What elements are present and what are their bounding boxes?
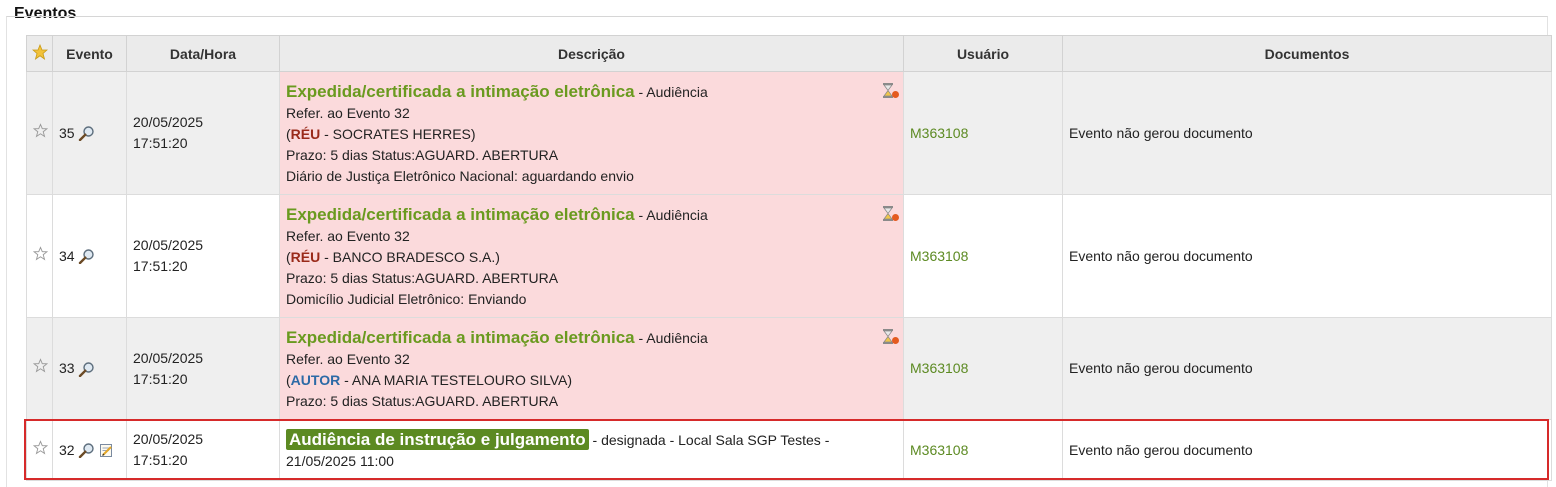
star-icon[interactable] (32, 122, 49, 138)
desc-line-party: (RÉU - BANCO BRADESCO S.A.) (286, 248, 500, 265)
table-row: 32 20/05/2025 17:51:20 Audiência de inst… (26, 419, 1552, 481)
description-cell: Expedida/certificada a intimação eletrôn… (279, 194, 904, 318)
event-time: 17:51:20 (133, 452, 188, 468)
table-row: 33 20/05/2025 17:51:20 Expedida/certific… (26, 317, 1552, 420)
star-icon[interactable] (32, 245, 49, 261)
evento-cell: 32 (52, 419, 127, 481)
header-star[interactable] (26, 35, 53, 72)
documentos-cell: Evento não gerou documento (1062, 194, 1552, 318)
event-title-link[interactable]: Expedida/certificada a intimação eletrôn… (286, 82, 635, 101)
desc-line-datetime: 21/05/2025 11:00 (286, 453, 394, 469)
header-evento[interactable]: Evento (52, 35, 127, 72)
datetime-cell: 20/05/2025 17:51:20 (126, 194, 280, 318)
events-table: Evento Data/Hora Descrição Usuário Docum… (26, 35, 1552, 481)
desc-line-prazo: Prazo: 5 dias Status:AGUARD. ABERTURA (286, 146, 559, 163)
datetime-cell: 20/05/2025 17:51:20 (126, 71, 280, 195)
event-title-suffix: - Audiência (634, 83, 708, 100)
edit-document-icon[interactable] (99, 443, 114, 458)
party-role: RÉU (290, 248, 321, 265)
usuario-cell: M363108 (903, 317, 1063, 420)
event-date: 20/05/2025 (133, 349, 204, 366)
datetime-cell: 20/05/2025 17:51:20 (126, 419, 280, 481)
event-date: 20/05/2025 (133, 237, 204, 253)
evento-cell: 33 (52, 317, 127, 420)
event-title-suffix: - Audiência (634, 206, 708, 223)
event-time: 17:51:20 (133, 370, 188, 387)
magnifier-icon[interactable] (78, 125, 96, 142)
documents-text: Evento não gerou documento (1069, 441, 1253, 458)
event-date: 20/05/2025 (133, 431, 204, 447)
desc-line-ref: Refer. ao Evento 32 (286, 104, 410, 121)
evento-cell: 34 (52, 194, 127, 318)
hourglass-icon[interactable] (880, 328, 900, 346)
party-name: - SOCRATES HERRES) (320, 125, 476, 142)
star-cell (26, 317, 53, 420)
documents-text: Evento não gerou documento (1069, 124, 1253, 141)
usuario-cell: M363108 (903, 419, 1063, 481)
documents-text: Evento não gerou documento (1069, 360, 1253, 376)
user-link[interactable]: M363108 (910, 442, 968, 458)
star-cell (26, 71, 53, 195)
event-title-suffix: - Audiência (634, 329, 708, 346)
event-title-link[interactable]: Expedida/certificada a intimação eletrôn… (286, 205, 635, 224)
desc-line-prazo: Prazo: 5 dias Status:AGUARD. ABERTURA (286, 269, 559, 286)
magnifier-icon[interactable] (78, 361, 96, 377)
party-role: AUTOR (290, 371, 341, 388)
desc-line-ref: Refer. ao Evento 32 (286, 350, 410, 367)
header-data-hora[interactable]: Data/Hora (126, 35, 280, 72)
hourglass-icon[interactable] (880, 82, 900, 100)
event-date: 20/05/2025 (133, 114, 204, 130)
documentos-cell: Evento não gerou documento (1062, 71, 1552, 195)
star-icon[interactable] (31, 43, 48, 60)
star-cell (26, 419, 53, 481)
event-number[interactable]: 32 (59, 440, 75, 461)
magnifier-icon[interactable] (78, 248, 96, 265)
usuario-cell: M363108 (903, 71, 1063, 195)
star-icon[interactable] (32, 439, 49, 455)
header-usuario[interactable]: Usuário (903, 35, 1063, 72)
party-name: - ANA MARIA TESTELOURO SILVA) (340, 371, 573, 388)
desc-line-party: (RÉU - SOCRATES HERRES) (286, 125, 476, 142)
desc-line-status: Diário de Justiça Eletrônico Nacional: a… (286, 167, 634, 184)
table-header-row: Evento Data/Hora Descrição Usuário Docum… (26, 35, 1552, 72)
user-link[interactable]: M363108 (910, 360, 968, 376)
evento-cell: 35 (52, 71, 127, 195)
star-icon[interactable] (32, 358, 49, 373)
desc-line-party: (AUTOR - ANA MARIA TESTELOURO SILVA) (286, 371, 573, 388)
event-time: 17:51:20 (133, 135, 188, 151)
description-cell: Audiência de instrução e julgamento - de… (279, 419, 904, 481)
desc-line-prazo: Prazo: 5 dias Status:AGUARD. ABERTURA (286, 392, 559, 409)
user-link[interactable]: M363108 (910, 125, 968, 141)
magnifier-icon[interactable] (78, 442, 96, 459)
datetime-cell: 20/05/2025 17:51:20 (126, 317, 280, 420)
user-link[interactable]: M363108 (910, 248, 968, 264)
event-title-suffix: - designada - Local Sala SGP Testes - (588, 432, 830, 448)
desc-line-ref: Refer. ao Evento 32 (286, 227, 410, 244)
usuario-cell: M363108 (903, 194, 1063, 318)
documentos-cell: Evento não gerou documento (1062, 317, 1552, 420)
event-number[interactable]: 34 (59, 246, 75, 267)
description-cell: Expedida/certificada a intimação eletrôn… (279, 317, 904, 420)
table-row: 35 20/05/2025 17:51:20 Expedida/certific… (26, 71, 1552, 195)
event-title-link[interactable]: Expedida/certificada a intimação eletrôn… (286, 328, 635, 347)
star-cell (26, 194, 53, 318)
party-name: - BANCO BRADESCO S.A.) (320, 248, 500, 265)
description-cell: Expedida/certificada a intimação eletrôn… (279, 71, 904, 195)
desc-line-status: Domicílio Judicial Eletrônico: Enviando (286, 290, 527, 307)
event-title-link[interactable]: Audiência de instrução e julgamento (286, 429, 589, 450)
hourglass-icon[interactable] (880, 205, 900, 223)
header-descricao[interactable]: Descrição (279, 35, 904, 72)
event-time: 17:51:20 (133, 258, 188, 274)
table-row: 34 20/05/2025 17:51:20 Expedida/certific… (26, 194, 1552, 318)
documents-text: Evento não gerou documento (1069, 247, 1253, 264)
documentos-cell: Evento não gerou documento (1062, 419, 1552, 481)
event-number[interactable]: 33 (59, 358, 75, 379)
party-role: RÉU (290, 125, 321, 142)
event-number[interactable]: 35 (59, 123, 75, 144)
header-documentos[interactable]: Documentos (1062, 35, 1552, 72)
